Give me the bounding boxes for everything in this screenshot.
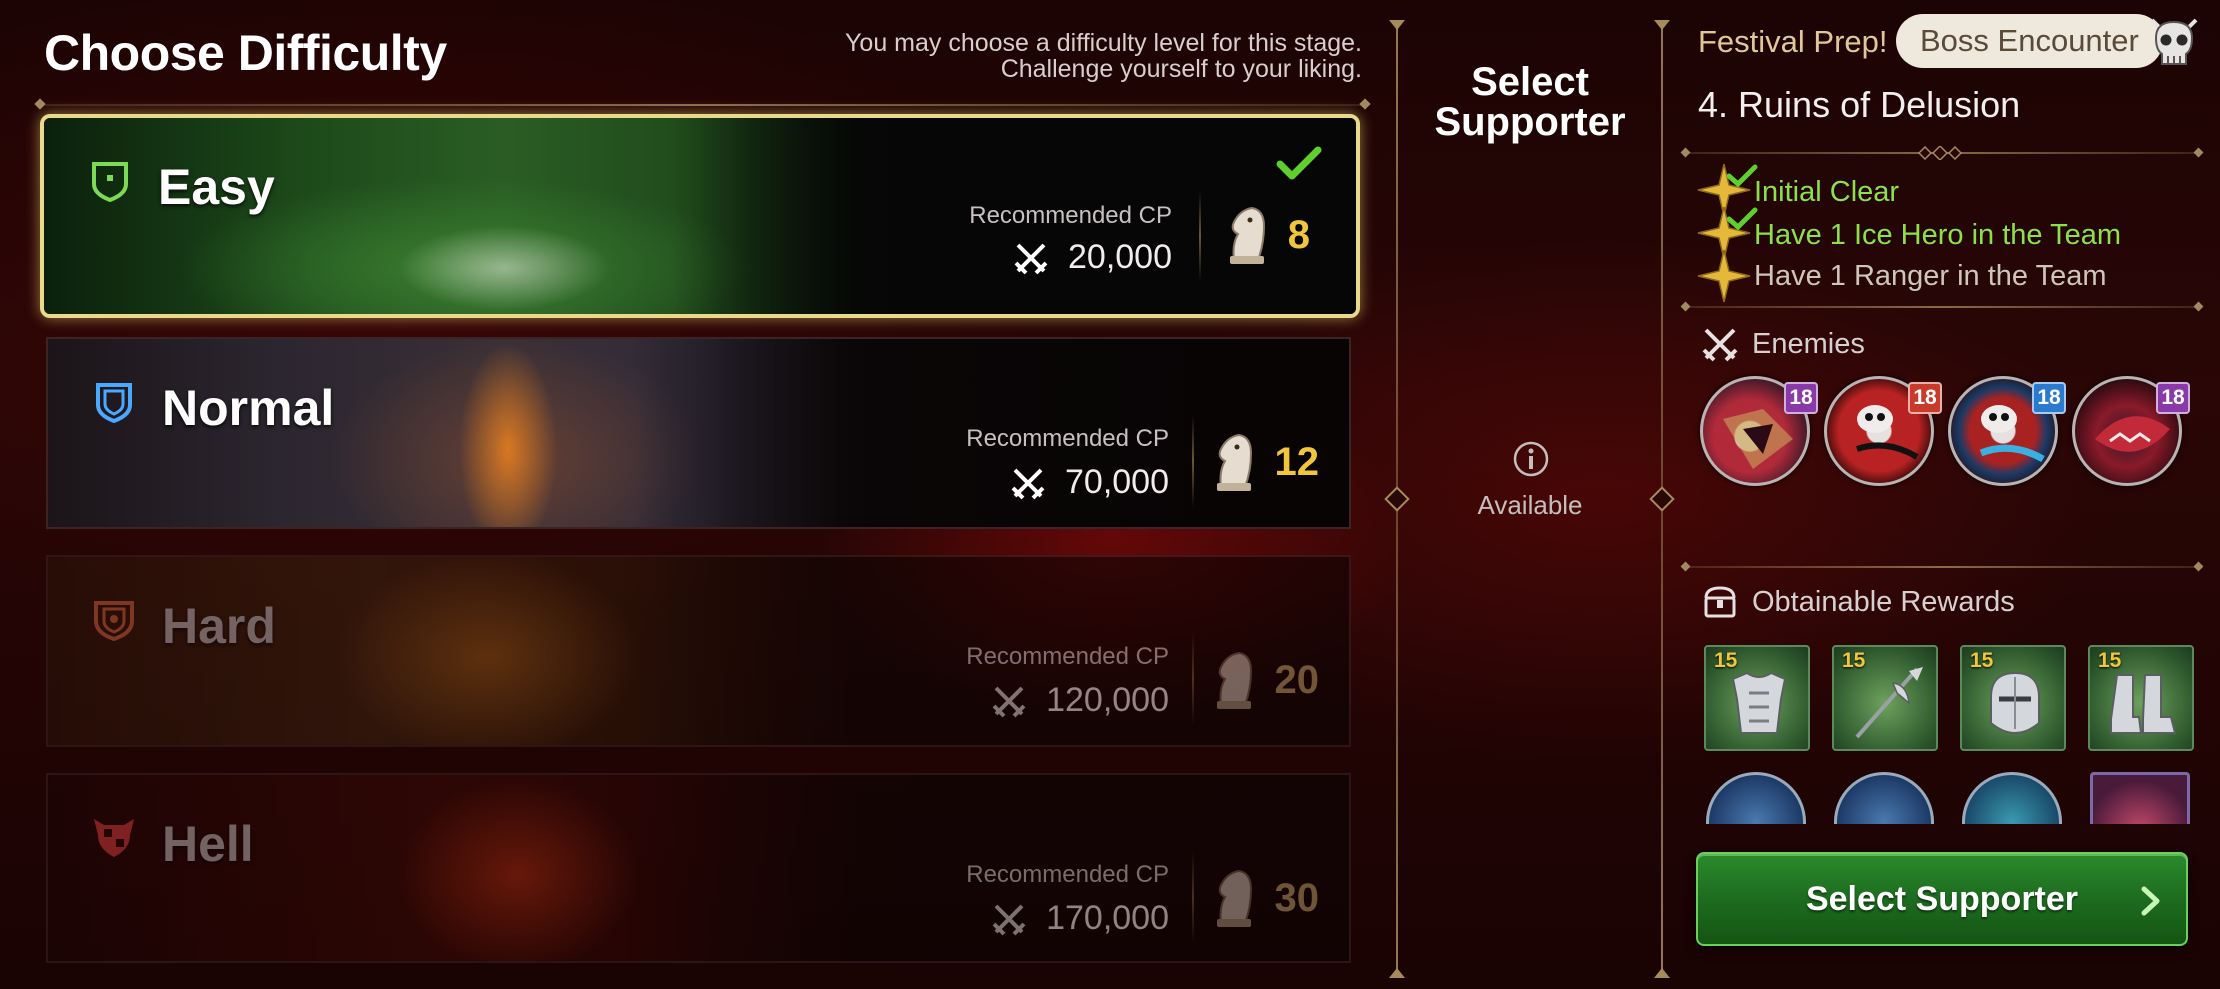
supporter-title: Select Supporter (1434, 60, 1626, 144)
recommended-cp-label: Recommended CP (969, 202, 1172, 229)
difficulty-name: Normal (162, 380, 335, 436)
rewards-header: Obtainable Rewards (1702, 584, 2015, 620)
supporter-status: Available (1477, 490, 1583, 520)
treasure-chest-icon (1704, 586, 1736, 618)
recommended-cp-value: 20,000 (1068, 238, 1172, 276)
stamina-cost: 8 (1287, 212, 1310, 257)
difficulty-card-normal[interactable]: Normal Recommended CP 70,000 12 (46, 337, 1351, 529)
demon-shield-icon (94, 819, 134, 857)
reward-item[interactable]: 15 (2088, 645, 2194, 751)
divider (40, 104, 1365, 106)
reward-item[interactable] (1704, 772, 1808, 824)
difficulty-card-easy[interactable]: Easy Recommended CP 20,000 8 (40, 114, 1360, 318)
recommended-cp-value: 170,000 (1046, 899, 1169, 937)
boss-encounter-badge: Boss Encounter (1896, 14, 2173, 68)
divider (1685, 146, 2199, 160)
crossed-swords-icon (1014, 243, 1048, 274)
helmet-icon (1990, 671, 2040, 735)
reward-item[interactable] (2088, 772, 2192, 824)
recommended-cp-label: Recommended CP (966, 861, 1169, 888)
chevron-right-icon (2141, 886, 2160, 916)
crossed-swords-icon (1011, 468, 1045, 499)
stamina-cost: 20 (1274, 657, 1320, 702)
divider (1384, 20, 1410, 978)
rewards-label: Obtainable Rewards (1752, 585, 2015, 618)
recommended-cp-label: Recommended CP (966, 425, 1169, 452)
difficulty-name: Easy (158, 159, 275, 215)
button-label: Select Supporter (1805, 879, 2079, 918)
knight-chess-icon (1229, 206, 1265, 264)
enemies-header: Enemies (1702, 326, 1865, 362)
crossed-swords-icon (992, 686, 1026, 717)
check-icon (1726, 207, 1758, 231)
gold-star-icon (1697, 249, 1751, 303)
knight-chess-icon (1216, 433, 1252, 491)
divider (1685, 566, 2199, 568)
divider (1685, 306, 2199, 308)
reward-item[interactable]: 15 (1704, 645, 1810, 751)
enemies-label: Enemies (1752, 327, 1865, 360)
difficulty-name: Hard (162, 598, 276, 654)
crossed-swords-icon (1702, 328, 1738, 362)
page-title: Choose Difficulty (44, 25, 447, 81)
select-supporter-button[interactable]: Select Supporter (1696, 852, 2188, 946)
stage-name: 4. Ruins of Delusion (1698, 84, 2021, 125)
skull-icon (2150, 18, 2198, 65)
knight-chess-icon (1216, 869, 1252, 927)
enemy-level-badge: 18 (1784, 382, 1818, 414)
boots-icon (2110, 674, 2177, 734)
reward-item[interactable]: 15 (1960, 645, 2066, 751)
recommended-cp-label: Recommended CP (966, 643, 1169, 670)
mission-text: Have 1 Ranger in the Team (1754, 259, 2107, 292)
divider (1649, 20, 1675, 978)
difficulty-card-hell[interactable]: Hell Recommended CP 170,000 30 (46, 773, 1351, 963)
check-icon (1726, 164, 1758, 188)
mission-item: Have 1 Ranger in the Team (1696, 248, 2107, 304)
difficulty-card-hard[interactable]: Hard Recommended CP 120,000 20 (46, 555, 1351, 747)
recommended-cp-value: 120,000 (1046, 681, 1169, 719)
reward-item[interactable] (1960, 772, 2064, 824)
event-name: Festival Prep! (1698, 24, 1888, 59)
difficulty-name: Hell (162, 816, 254, 872)
armor-icon (1731, 671, 1787, 734)
shield-icon (94, 601, 134, 641)
stamina-cost: 12 (1274, 439, 1320, 484)
shield-icon (92, 162, 128, 202)
knight-chess-icon (1216, 651, 1252, 709)
enemy-level-badge: 18 (2156, 382, 2190, 414)
page-subtitle: You may choose a difficulty level for th… (845, 29, 1362, 83)
info-icon[interactable] (1513, 441, 1549, 477)
halberd-icon (1855, 667, 1923, 739)
enemy-level-badge: 18 (1908, 382, 1942, 414)
stamina-cost: 30 (1274, 875, 1320, 920)
enemy-level-badge: 18 (2032, 382, 2066, 414)
shield-icon (96, 383, 132, 423)
recommended-cp-value: 70,000 (1065, 463, 1169, 501)
crossed-swords-icon (992, 904, 1026, 935)
reward-item[interactable]: 15 (1832, 645, 1938, 751)
reward-item[interactable] (1832, 772, 1936, 824)
check-icon (1276, 146, 1322, 180)
